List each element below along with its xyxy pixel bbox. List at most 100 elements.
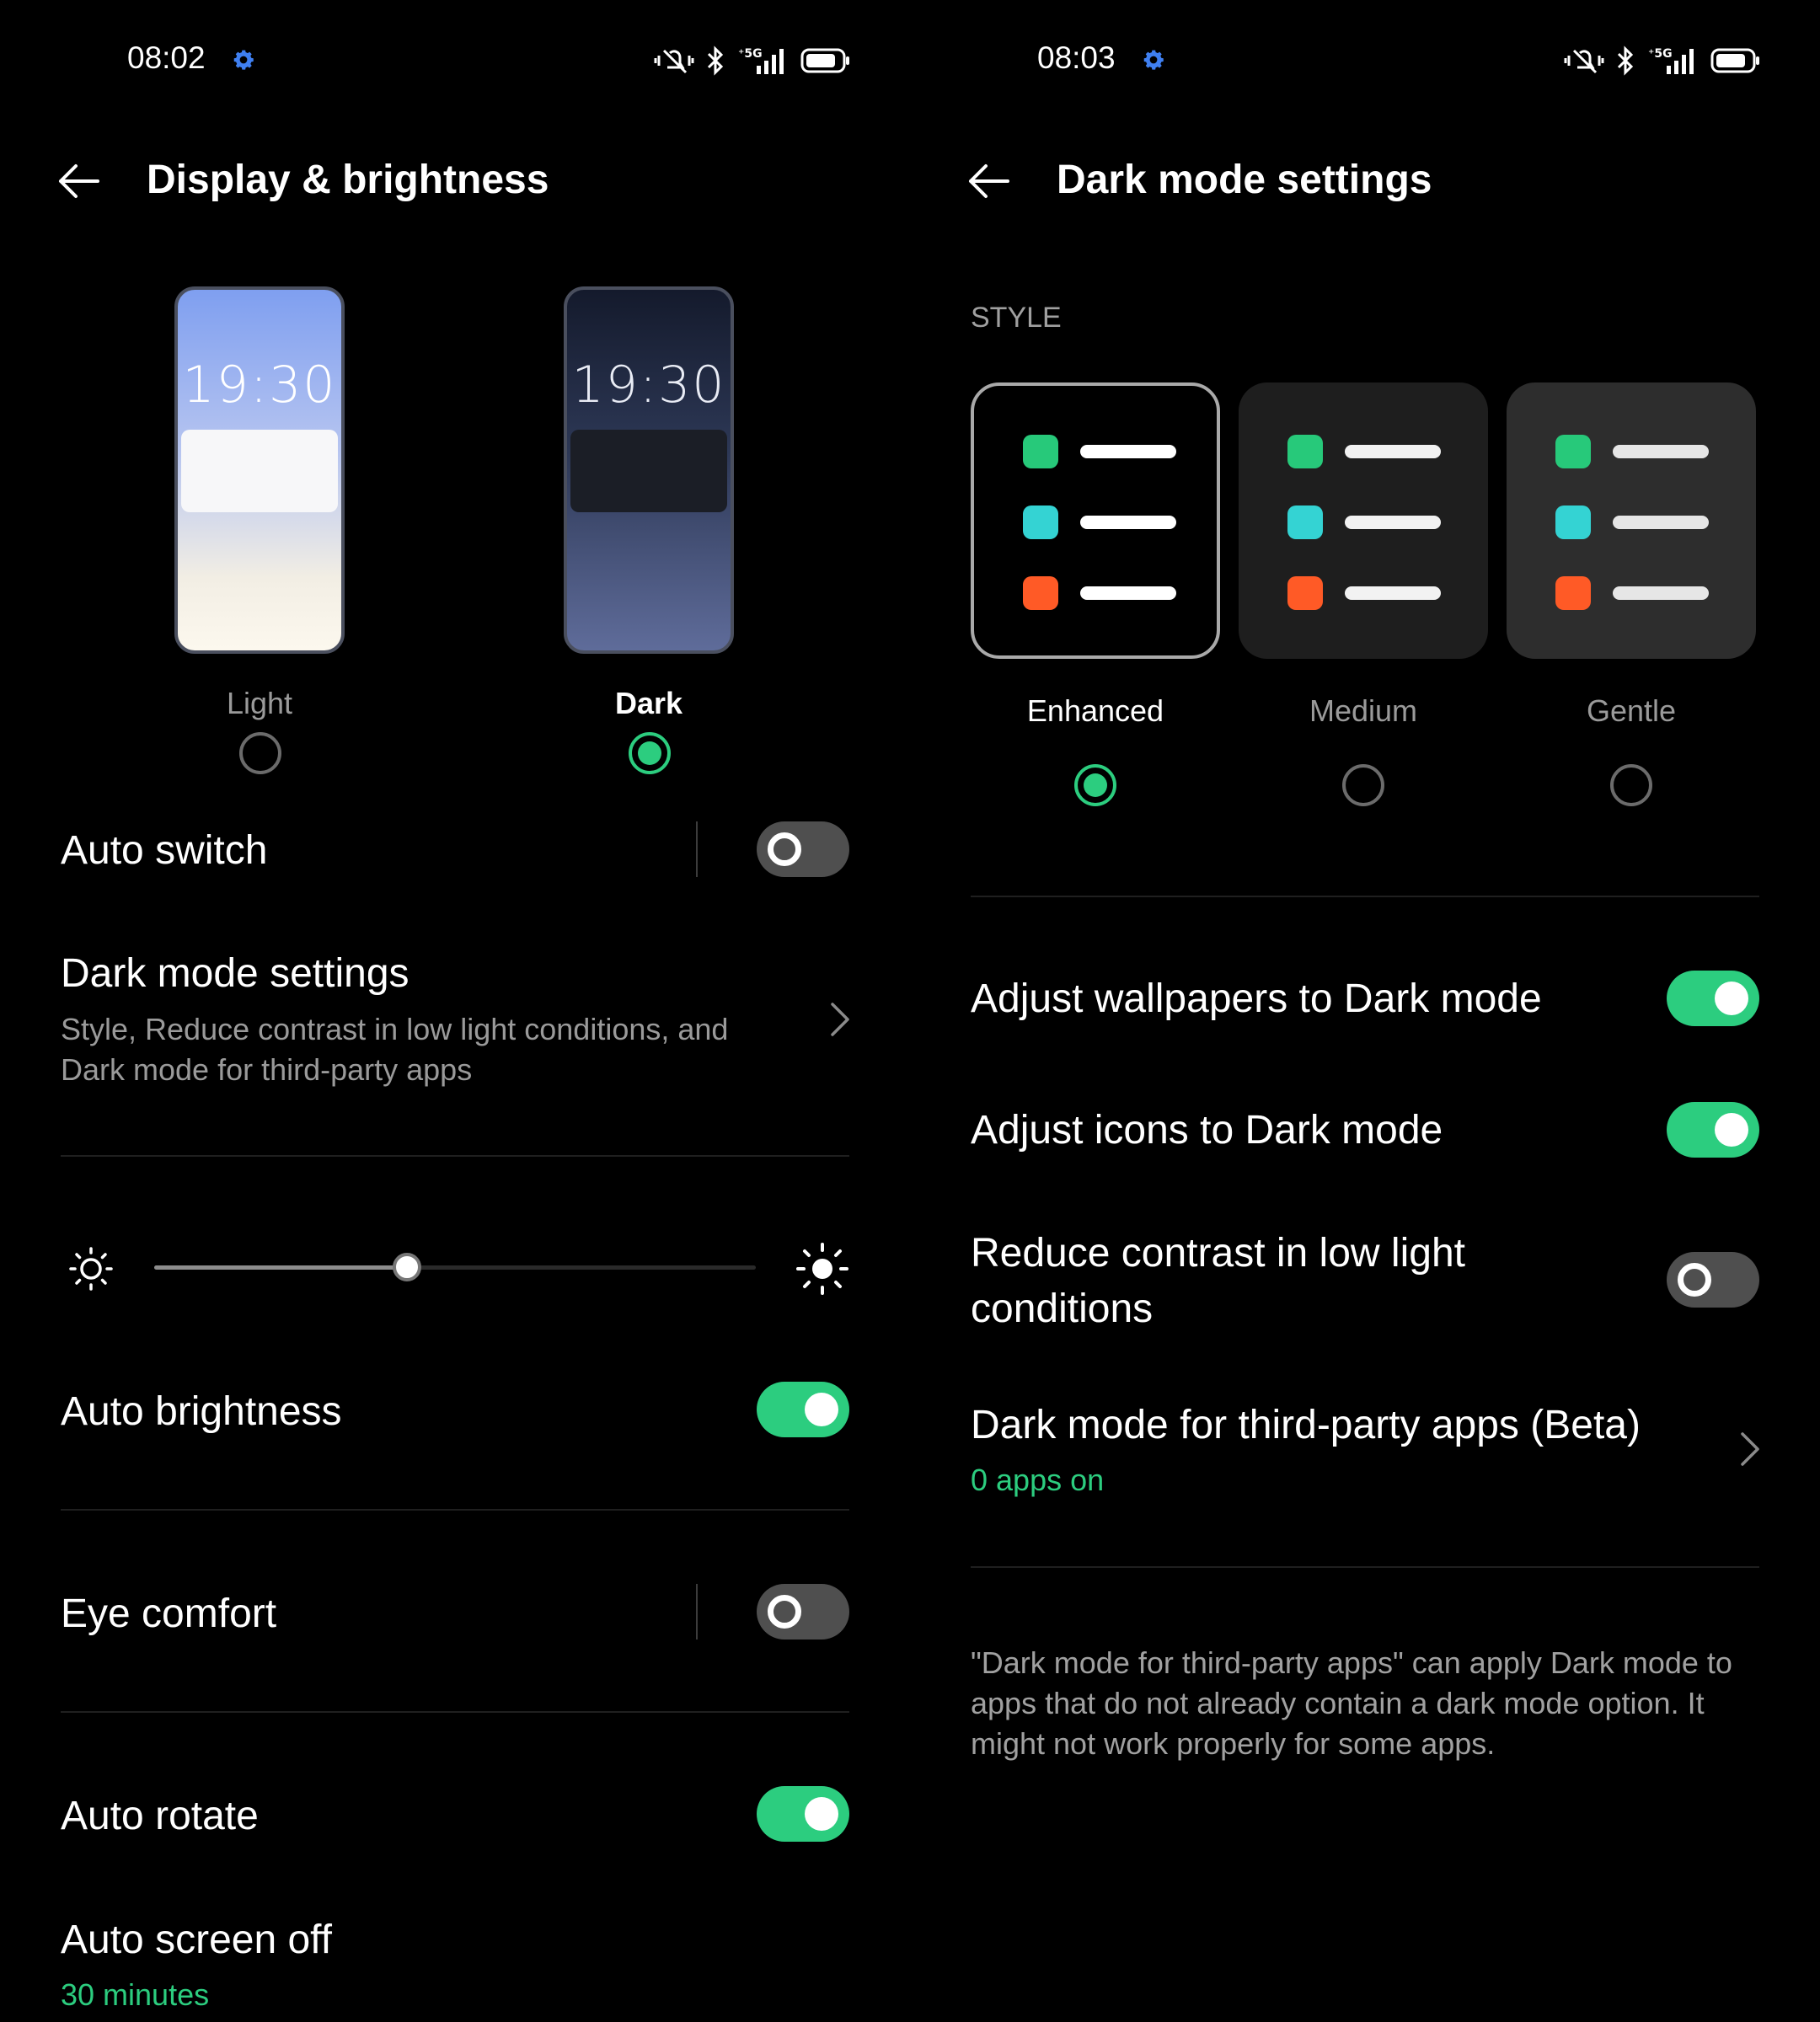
auto-brightness-label: Auto brightness — [61, 1389, 342, 1434]
reduce-contrast-label: conditions — [971, 1286, 1154, 1331]
battery-icon — [800, 48, 849, 73]
bluetooth-icon — [707, 45, 724, 76]
display-brightness-screen: 08:02 ⁺5G Display & brightness 19:30 19:… — [0, 0, 910, 2022]
light-mode-preview[interactable]: 19:30 — [174, 286, 345, 654]
status-time: 08:03 — [1037, 40, 1116, 75]
style-line — [1080, 586, 1176, 600]
style-swatch — [1287, 506, 1323, 539]
dark-mode-settings-label: Dark mode settings — [61, 951, 410, 996]
style-line — [1613, 586, 1709, 600]
dark-mode-settings-row[interactable]: Dark mode settings Style, Reduce contras… — [0, 935, 910, 1104]
style-swatch — [1023, 506, 1058, 539]
status-icons: ⁺5G — [1564, 44, 1761, 78]
divider — [61, 1155, 849, 1157]
style-line — [1345, 586, 1441, 600]
status-time: 08:02 — [127, 40, 206, 75]
divider — [61, 1509, 849, 1511]
svg-text:⁺5G: ⁺5G — [738, 47, 763, 61]
preview-time: 19:30 — [182, 356, 337, 415]
style-label-enhanced: Enhanced — [1026, 693, 1164, 728]
5g-signal-icon: ⁺5G — [738, 47, 784, 74]
third-party-apps-status: 0 apps on — [971, 1463, 1105, 1497]
style-swatch — [1023, 576, 1058, 610]
style-swatch — [1287, 435, 1323, 468]
style-swatch — [1555, 435, 1591, 468]
status-icons: ⁺5G — [654, 44, 851, 78]
info-note: apps that do not already contain a dark … — [971, 1686, 1705, 1720]
third-party-apps-row[interactable]: Dark mode for third-party apps (Beta) 0 … — [910, 1382, 1820, 1516]
adjust-wallpapers-label: Adjust wallpapers to Dark mode — [971, 976, 1542, 1021]
bluetooth-icon — [1617, 45, 1634, 76]
auto-brightness-toggle[interactable] — [757, 1382, 849, 1437]
settings-gear-icon — [1143, 50, 1164, 70]
style-label-medium: Medium — [1309, 693, 1418, 728]
5g-signal-icon: ⁺5G — [1648, 47, 1694, 74]
style-card-enhanced[interactable] — [971, 382, 1220, 659]
auto-rotate-toggle[interactable] — [757, 1786, 849, 1842]
style-swatch — [1555, 506, 1591, 539]
adjust-wallpapers-toggle[interactable] — [1667, 971, 1759, 1026]
dark-mode-settings-subtitle: Style, Reduce contrast in low light cond… — [61, 1012, 729, 1046]
settings-gear-icon — [233, 50, 254, 70]
adjust-icons-toggle[interactable] — [1667, 1102, 1759, 1158]
style-line — [1613, 445, 1709, 458]
auto-switch-label: Auto switch — [61, 828, 268, 873]
chevron-right-icon — [831, 1003, 849, 1036]
style-radio-enhanced[interactable] — [1074, 764, 1116, 806]
style-line — [1613, 516, 1709, 529]
dark-mode-radio[interactable] — [629, 732, 671, 774]
preview-time: 19:30 — [571, 356, 726, 415]
chevron-right-icon — [1741, 1432, 1759, 1466]
divider — [696, 1584, 698, 1640]
auto-rotate-label: Auto rotate — [61, 1794, 259, 1838]
auto-screen-off-row[interactable]: Auto screen off 30 minutes — [0, 1900, 910, 2022]
vibrate-mute-icon — [654, 49, 694, 74]
back-arrow-icon[interactable] — [56, 160, 101, 202]
reduce-contrast-toggle[interactable] — [1667, 1252, 1759, 1308]
style-swatch — [1555, 576, 1591, 610]
back-arrow-icon[interactable] — [966, 160, 1011, 202]
style-swatch — [1023, 435, 1058, 468]
style-card-gentle[interactable] — [1507, 382, 1756, 659]
divider — [61, 1711, 849, 1713]
light-mode-radio[interactable] — [239, 732, 281, 774]
preview-card — [570, 430, 727, 512]
svg-text:⁺5G: ⁺5G — [1648, 47, 1673, 61]
eye-comfort-toggle[interactable] — [757, 1584, 849, 1640]
info-note: might not work properly for some apps. — [971, 1726, 1496, 1761]
adjust-icons-label: Adjust icons to Dark mode — [971, 1108, 1443, 1153]
style-line — [1080, 516, 1176, 529]
style-radio-gentle[interactable] — [1610, 764, 1652, 806]
vibrate-mute-icon — [1564, 49, 1604, 74]
brightness-slider-fill — [154, 1265, 407, 1270]
dark-mode-settings-subtitle: Dark mode for third-party apps — [61, 1052, 473, 1087]
auto-screen-off-value: 30 minutes — [61, 1977, 210, 2012]
page-title: Dark mode settings — [1057, 158, 1432, 202]
auto-screen-off-label: Auto screen off — [61, 1918, 332, 1962]
style-section-header: STYLE — [971, 302, 1062, 334]
style-line — [1080, 445, 1176, 458]
divider — [971, 896, 1759, 897]
dark-mode-settings-screen: 08:03 ⁺5G Dark mode settings STYLE Enhan… — [910, 0, 1820, 2022]
light-mode-label: Light — [226, 686, 293, 720]
style-line — [1345, 516, 1441, 529]
divider — [696, 821, 698, 877]
third-party-apps-label: Dark mode for third-party apps (Beta) — [971, 1403, 1641, 1447]
dark-mode-preview[interactable]: 19:30 — [564, 286, 734, 654]
brightness-low-icon — [69, 1247, 113, 1291]
info-note: "Dark mode for third-party apps" can app… — [971, 1645, 1732, 1680]
brightness-high-icon — [796, 1243, 848, 1295]
reduce-contrast-label: Reduce contrast in low light — [971, 1231, 1465, 1276]
auto-switch-toggle[interactable] — [757, 821, 849, 877]
style-card-medium[interactable] — [1239, 382, 1488, 659]
divider — [971, 1566, 1759, 1568]
brightness-slider-thumb[interactable] — [392, 1253, 421, 1281]
preview-card — [181, 430, 338, 512]
eye-comfort-label: Eye comfort — [61, 1591, 277, 1636]
style-label-gentle: Gentle — [1586, 693, 1677, 728]
brightness-slider[interactable] — [154, 1265, 756, 1270]
battery-icon — [1710, 48, 1759, 73]
style-radio-medium[interactable] — [1342, 764, 1384, 806]
dark-mode-label: Dark — [614, 686, 683, 720]
style-line — [1345, 445, 1441, 458]
